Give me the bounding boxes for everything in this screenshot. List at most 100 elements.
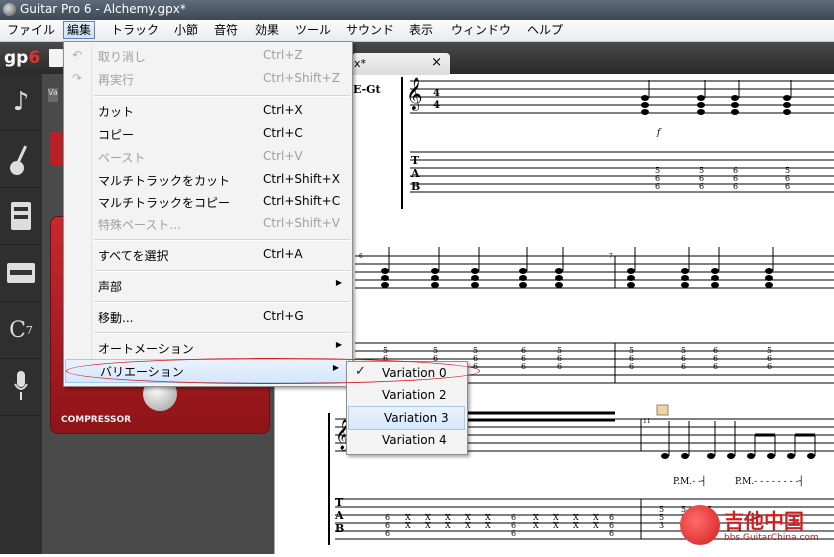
menu-item-label: マルチトラックをコピー: [98, 196, 231, 210]
menu-separator: [94, 239, 350, 241]
submenu-item-variation-2[interactable]: Variation 2: [347, 384, 467, 406]
menu-separator: [94, 95, 350, 97]
svg-text:6: 6: [629, 362, 634, 371]
submenu-item-label: Variation 2: [382, 388, 447, 402]
menu-item-undo[interactable]: ↶ 取り消し Ctrl+Z: [64, 45, 352, 67]
undo-icon: ↶: [72, 48, 83, 62]
cursor-marker: [656, 404, 669, 416]
menu-separator: [94, 301, 350, 303]
chord-icon[interactable]: C7: [0, 302, 42, 359]
tab-letter-a-3: A: [334, 509, 344, 522]
amp-icon[interactable]: [0, 188, 42, 245]
note-icon[interactable]: ♪: [0, 74, 42, 131]
watermark: 吉他中国 bbs.GuitarChina.com: [680, 503, 830, 549]
palm-mute-2: P.M.- - - - - - - -┤: [735, 475, 804, 487]
score-area[interactable]: E-Gt 𝄞 4 4 T A B f 6 7 11 𝄞 T A B P.M.- …: [274, 75, 834, 554]
menu-item-automation[interactable]: オートメーション ▶: [64, 337, 352, 359]
dynamic-marking: f: [656, 128, 662, 138]
menu-item-shortcut: Ctrl+X: [263, 103, 303, 117]
pedal-label: COMPRESSOR: [61, 415, 132, 425]
menu-bar-item[interactable]: 小節: [171, 22, 201, 38]
menu-item-special-paste[interactable]: 特殊ペースト... Ctrl+Shift+V: [64, 213, 352, 235]
close-icon[interactable]: ×: [431, 55, 442, 70]
menu-item-shortcut: Ctrl+Shift+X: [263, 172, 340, 186]
menu-effect[interactable]: 効果: [252, 22, 282, 38]
menu-bar: ファイル 編集 トラック 小節 音符 効果 ツール サウンド 表示 ウィンドウ …: [0, 20, 834, 42]
time-sig-bottom: 4: [433, 100, 440, 111]
svg-text:X: X: [405, 521, 411, 530]
tab-letter-a: A: [410, 167, 420, 180]
treble-clef: 𝄞: [406, 77, 423, 111]
menu-item-redo[interactable]: ↷ 再実行 Ctrl+Shift+Z: [64, 68, 352, 90]
menu-separator: [94, 332, 350, 334]
svg-text:X: X: [485, 521, 491, 530]
menu-item-paste[interactable]: ペースト Ctrl+V: [64, 146, 352, 168]
menu-item-select-all[interactable]: すべてを選択 Ctrl+A: [64, 244, 352, 266]
panel-label: Va: [48, 88, 58, 102]
menu-item-multitrack-cut[interactable]: マルチトラックをカット Ctrl+Shift+X: [64, 169, 352, 191]
svg-text:6: 6: [385, 529, 390, 538]
svg-text:6: 6: [681, 362, 686, 371]
menu-sound[interactable]: サウンド: [343, 22, 397, 38]
measure-number-11: 11: [643, 418, 651, 425]
watermark-url: bbs.GuitarChina.com: [724, 533, 819, 543]
microphone-icon[interactable]: [0, 359, 42, 416]
menu-item-multitrack-copy[interactable]: マルチトラックをコピー Ctrl+Shift+C: [64, 191, 352, 213]
menu-note[interactable]: 音符: [211, 22, 241, 38]
tab-letter-b: B: [411, 180, 420, 193]
submenu-arrow-icon: ▶: [335, 278, 342, 287]
submenu-item-variation-3[interactable]: Variation 3: [348, 406, 465, 430]
menu-item-label: 特殊ペースト...: [98, 218, 181, 232]
menu-item-label: カット: [98, 105, 135, 119]
document-icon[interactable]: [49, 49, 63, 67]
gp6-logo: gp6: [4, 48, 41, 68]
guitar-icon[interactable]: [0, 131, 42, 188]
sidebar: ♪ C7: [0, 74, 42, 554]
menu-track[interactable]: トラック: [108, 22, 162, 38]
menu-item-voice[interactable]: 声部 ▶: [64, 275, 352, 297]
menu-item-shortcut: Ctrl+Shift+V: [263, 216, 340, 230]
svg-text:6: 6: [713, 362, 718, 371]
measure-number-7: 7: [609, 253, 613, 260]
svg-text:X: X: [573, 521, 579, 530]
svg-text:6: 6: [767, 362, 772, 371]
menu-edit[interactable]: 編集: [63, 21, 96, 39]
tab-document[interactable]: x* ×: [352, 53, 450, 75]
menu-item-shortcut: Ctrl+G: [263, 309, 304, 323]
redo-icon: ↷: [72, 71, 83, 85]
rack-icon[interactable]: [0, 245, 42, 302]
tab-letter-t: T: [411, 154, 420, 167]
menu-item-label: すべてを選択: [98, 249, 169, 263]
svg-text:6: 6: [785, 182, 790, 191]
menu-item-label: オートメーション: [98, 342, 194, 356]
menu-item-shortcut: Ctrl+V: [263, 149, 303, 163]
menu-item-move[interactable]: 移動... Ctrl+G: [64, 306, 352, 328]
menu-item-cut[interactable]: カット Ctrl+X: [64, 100, 352, 122]
submenu-item-variation-4[interactable]: Variation 4: [347, 429, 467, 451]
menu-item-label: ペースト: [98, 151, 146, 165]
menu-item-copy[interactable]: コピー Ctrl+C: [64, 123, 352, 145]
edit-menu-dropdown: ↶ 取り消し Ctrl+Z ↷ 再実行 Ctrl+Shift+Z カット Ctr…: [63, 41, 353, 387]
menu-item-label: 再実行: [98, 73, 135, 87]
time-sig-top: 4: [433, 88, 440, 99]
menu-tools[interactable]: ツール: [292, 22, 334, 38]
svg-text:6: 6: [521, 362, 526, 371]
menu-item-shortcut: Ctrl+Shift+Z: [263, 71, 340, 85]
svg-text:X: X: [445, 521, 451, 530]
menu-item-shortcut: Ctrl+C: [263, 126, 303, 140]
annotation-ellipse: [66, 358, 480, 384]
menu-window[interactable]: ウィンドウ: [448, 22, 514, 38]
menu-item-label: 取り消し: [98, 50, 147, 64]
svg-text:6: 6: [733, 182, 738, 191]
menu-file[interactable]: ファイル: [4, 22, 58, 38]
menu-item-label: コピー: [98, 128, 135, 142]
menu-view[interactable]: 表示: [406, 22, 436, 38]
submenu-item-label: Variation 4: [382, 433, 447, 447]
menu-item-label: マルチトラックをカット: [98, 174, 231, 188]
menu-item-shortcut: Ctrl+Z: [263, 48, 303, 62]
svg-text:6: 6: [609, 529, 614, 538]
app-icon: [3, 3, 16, 16]
palm-mute-1: P.M.- -┤: [673, 475, 707, 487]
svg-text:6: 6: [699, 182, 704, 191]
menu-help[interactable]: ヘルプ: [524, 22, 566, 38]
